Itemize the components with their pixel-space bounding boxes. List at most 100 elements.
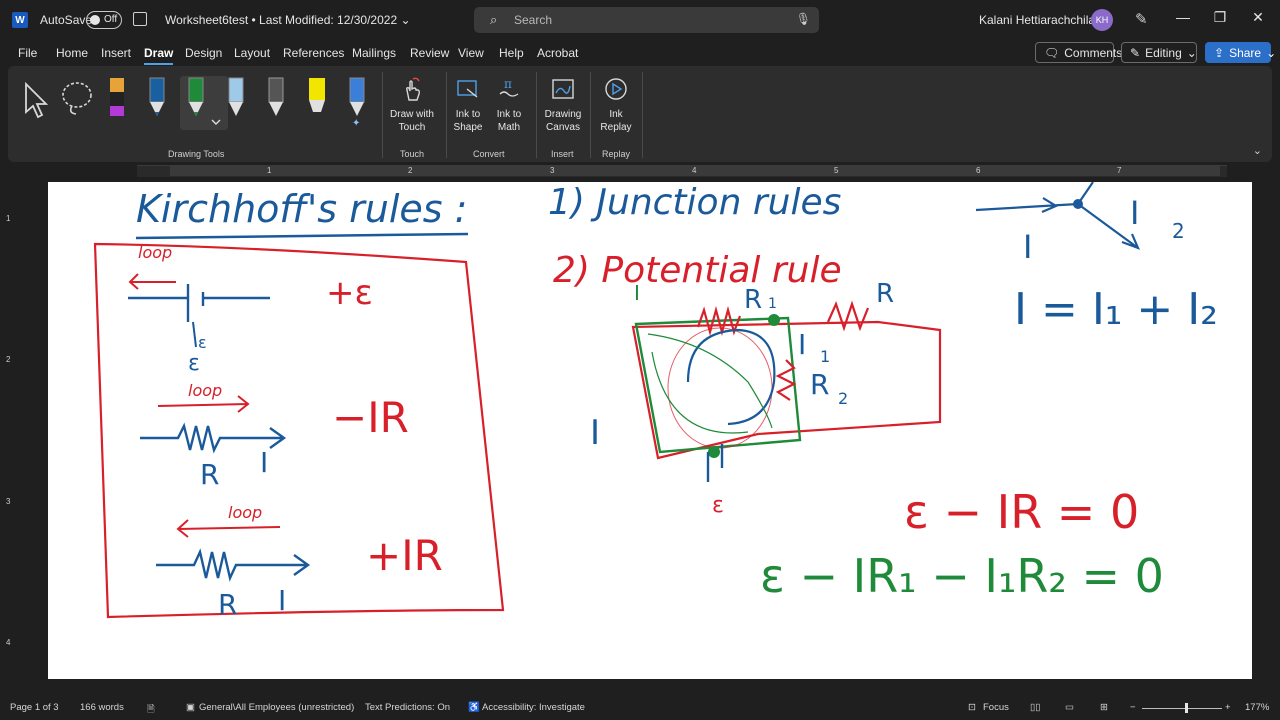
zoom-level[interactable]: 177%	[1245, 702, 1269, 713]
tab-layout[interactable]: Layout	[234, 46, 270, 60]
draw-with-touch-button[interactable]: Draw with Touch	[386, 74, 438, 134]
svg-text:π: π	[504, 77, 512, 91]
separator	[382, 72, 383, 158]
sensitivity-icon: ▣	[186, 702, 195, 713]
ink-R3: R	[876, 279, 894, 309]
status-bar: Page 1 of 3 166 words 🗎 ▣ General\All Em…	[0, 697, 1280, 720]
ink-R1: R	[744, 285, 762, 315]
read-mode-icon[interactable]: ▯▯	[1030, 702, 1040, 713]
minimize-button[interactable]: —	[1173, 9, 1193, 25]
tab-design[interactable]: Design	[185, 46, 222, 60]
ink-circuit-sub1: 1	[820, 347, 830, 366]
user-name[interactable]: Kalani Hettiarachchilage	[979, 13, 1108, 27]
ink-potential-rule: 2) Potential rule	[553, 250, 842, 291]
separator	[642, 72, 643, 158]
ink-replay-label: Ink Replay	[600, 109, 632, 133]
avatar[interactable]: KH	[1091, 9, 1113, 31]
chevron-down-icon: ⌄	[1186, 45, 1197, 60]
pencil-icon: ✎	[1130, 45, 1141, 60]
accessibility-icon: ♿	[468, 702, 480, 713]
restore-button[interactable]: ❐	[1210, 9, 1230, 26]
ink-loop-label-3: loop	[228, 503, 262, 522]
ink-junction-rule: 1) Junction rules	[548, 182, 841, 223]
tab-file[interactable]: File	[18, 46, 37, 60]
ink-R1-sub: 1	[768, 296, 777, 312]
group-replay: Replay	[602, 149, 631, 159]
tab-help[interactable]: Help	[499, 46, 524, 60]
ruler-number: 3	[6, 497, 11, 506]
document-title-text: Worksheet6test • Last Modified: 12/30/20…	[165, 13, 398, 27]
comments-button[interactable]: 🗨 Comments	[1035, 42, 1122, 63]
autosave-toggle[interactable]: Off	[86, 11, 122, 29]
accessibility-status[interactable]: Accessibility: Investigate	[482, 702, 585, 713]
microphone-icon[interactable]: 🎙	[796, 12, 811, 26]
share-button[interactable]: ⇪ Share ⌄	[1205, 42, 1276, 63]
zoom-slider[interactable]	[1142, 708, 1222, 709]
close-button[interactable]: ✕	[1248, 9, 1268, 26]
ink-circuit-I1: I	[798, 328, 806, 361]
tab-mailings[interactable]: Mailings	[352, 46, 396, 60]
tab-insert[interactable]: Insert	[101, 46, 131, 60]
ink-R2: R	[810, 368, 829, 401]
search-placeholder: Search	[514, 13, 553, 27]
ink-replay-button[interactable]: Ink Replay	[596, 74, 636, 134]
select-cursor-icon[interactable]	[22, 82, 52, 120]
focus-button[interactable]: Focus	[983, 702, 1009, 713]
collapse-ribbon-icon[interactable]: ⌄	[1253, 144, 1262, 157]
tab-draw[interactable]: Draw	[144, 46, 174, 65]
zoom-in-button[interactable]: +	[1225, 702, 1231, 713]
ink-R-label: R	[200, 458, 219, 491]
focus-icon: ⊡	[968, 702, 976, 713]
page-count[interactable]: Page 1 of 3	[10, 702, 59, 713]
share-label: Share	[1229, 45, 1262, 60]
editing-button[interactable]: ✎ Editing ⌄	[1121, 42, 1197, 63]
zoom-out-button[interactable]: −	[1130, 702, 1136, 713]
tab-acrobat[interactable]: Acrobat	[537, 46, 578, 60]
search-icon: ⌕	[490, 12, 498, 27]
ink-plus-emf: +ε	[326, 273, 373, 313]
ruler-number: 6	[976, 166, 981, 175]
ink-to-shape-icon	[457, 80, 478, 98]
document-title[interactable]: Worksheet6test • Last Modified: 12/30/20…	[165, 13, 411, 27]
document-page[interactable]: Kirchhoff's rules : 1) Junction rules 2)…	[48, 182, 1252, 679]
tab-home[interactable]: Home	[56, 46, 88, 60]
sensitivity-label[interactable]: General\All Employees (unrestricted)	[199, 702, 354, 713]
ink-canvas: Kirchhoff's rules : 1) Junction rules 2)…	[93, 182, 1218, 621]
ink-junction-equation: I = I₁ + I₂	[1014, 284, 1218, 335]
word-count[interactable]: 166 words	[80, 702, 124, 713]
search-box[interactable]: ⌕ Search 🎙	[474, 7, 819, 33]
drawing-canvas-button[interactable]: Drawing Canvas	[540, 74, 586, 134]
ink-to-math-button[interactable]: π Ink to Math	[492, 74, 526, 134]
tab-view[interactable]: View	[458, 46, 484, 60]
highlighter-icon	[309, 78, 325, 112]
proofing-icon[interactable]: 🗎	[147, 702, 155, 718]
ink-to-math-label: Ink to Math	[496, 109, 522, 133]
zoom-slider-thumb[interactable]	[1185, 703, 1188, 713]
ink-circuit-I: I	[590, 413, 600, 453]
tab-references[interactable]: References	[283, 46, 344, 60]
title-bar: W AutoSave Off Worksheet6test • Last Mod…	[0, 0, 1280, 40]
text-predictions[interactable]: Text Predictions: On	[365, 702, 450, 713]
pen-gallery[interactable]: ✦	[108, 76, 388, 134]
pen-icon[interactable]: ✎	[1135, 10, 1148, 28]
save-icon[interactable]	[133, 12, 147, 26]
ruler-number: 1	[6, 214, 11, 223]
vertical-ruler	[4, 182, 14, 662]
galaxy-pen-icon	[228, 77, 244, 116]
ruler-number: 2	[6, 355, 11, 364]
group-touch: Touch	[400, 149, 425, 159]
ink-junction-I2: I	[1130, 194, 1139, 232]
print-layout-icon[interactable]: ▭	[1065, 702, 1074, 713]
autosave-state: Off	[104, 14, 118, 25]
autosave-label: AutoSave	[40, 13, 93, 27]
ink-to-shape-button[interactable]: Ink to Shape	[450, 74, 486, 134]
ink-replay-icon	[605, 78, 627, 100]
ink-R-label-2: R	[218, 588, 237, 621]
tab-review[interactable]: Review	[410, 46, 449, 60]
ribbon: ✦ Drawing Tools Draw with Touch Touch In…	[8, 66, 1272, 162]
group-drawing-tools: Drawing Tools	[168, 149, 225, 159]
lasso-select-icon[interactable]	[60, 80, 96, 118]
ink-circuit-I-green: I	[634, 281, 640, 305]
comment-icon: 🗨	[1044, 45, 1060, 60]
web-layout-icon[interactable]: ⊞	[1100, 702, 1108, 713]
